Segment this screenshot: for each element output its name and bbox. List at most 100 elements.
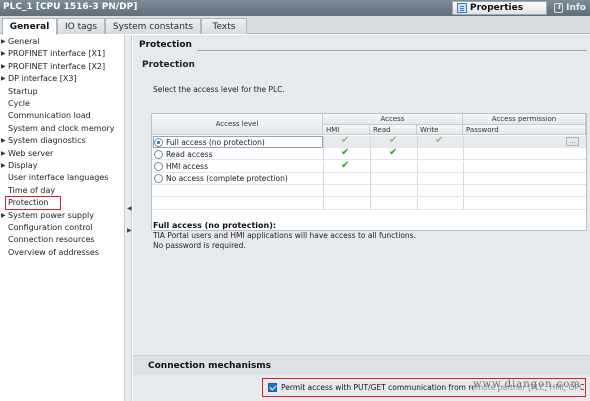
nav-item-label: PROFINET interface [X1] xyxy=(8,49,106,59)
cell-separator xyxy=(370,136,371,148)
nav-item-system-diagnostics[interactable]: ▶ System diagnostics xyxy=(0,135,86,147)
permit-put-get-checkbox[interactable] xyxy=(268,383,277,392)
info-button[interactable]: Info xyxy=(550,1,590,15)
cell-separator xyxy=(417,136,418,148)
properties-label: Properties xyxy=(470,3,524,13)
nav-item-cycle[interactable]: Cycle xyxy=(0,98,30,110)
properties-icon xyxy=(457,3,467,13)
tab-io-tags[interactable]: IO tags xyxy=(57,18,105,34)
nav-item-dp-interface-x3[interactable]: ▶ DP interface [X3] xyxy=(0,73,77,85)
collapse-right-icon[interactable]: ▶ xyxy=(127,227,132,234)
access-level-row[interactable]: Read access ✔ ✔ xyxy=(152,147,586,161)
cell-separator xyxy=(463,172,464,185)
nav-item-label: Cycle xyxy=(8,99,30,108)
cell-separator xyxy=(323,197,324,210)
access-level-table: Access level Access Access permission HM… xyxy=(151,113,587,231)
nav-item-label: Connection resources xyxy=(8,235,95,245)
info-label: Info xyxy=(566,3,586,13)
access-info: Full access (no protection): TIA Portal … xyxy=(153,221,583,250)
empty-row xyxy=(152,185,586,198)
access-level-radio[interactable] xyxy=(154,162,163,172)
nav-item-time-of-day[interactable]: Time of day xyxy=(0,185,55,197)
window-title: PLC_1 [CPU 1516-3 PN/DP] xyxy=(3,2,138,12)
tab-texts[interactable]: Texts xyxy=(201,18,247,34)
nav-item-display[interactable]: ▶ Display xyxy=(0,160,38,172)
check-icon: ✔ xyxy=(341,135,350,146)
expand-arrow-icon[interactable]: ▶ xyxy=(1,148,6,160)
expand-arrow-icon[interactable]: ▶ xyxy=(1,135,6,147)
splitter[interactable]: ◀ ▶ xyxy=(124,35,132,401)
watermark: www.diangon.com xyxy=(473,379,581,390)
header-access-permission: Access permission xyxy=(463,114,586,125)
access-level-option[interactable]: No access (complete protection) xyxy=(154,173,288,185)
expand-arrow-icon[interactable]: ▶ xyxy=(1,73,6,85)
access-level-row[interactable]: No access (complete protection) xyxy=(152,172,586,185)
nav-item-protection[interactable]: Protection xyxy=(5,196,61,211)
nav-item-connection-resources[interactable]: Connection resources xyxy=(0,234,95,246)
nav-item-system-power-supply[interactable]: ▶ System power supply xyxy=(0,210,94,222)
access-level-option[interactable]: Full access (no protection) xyxy=(154,136,265,148)
nav-item-label: Protection xyxy=(8,198,49,208)
nav-item-communication-load[interactable]: Communication load xyxy=(0,110,91,122)
connection-mechanisms-body: Permit access with PUT/GET communication… xyxy=(133,375,590,401)
cell-separator xyxy=(417,148,418,161)
info-line-1: TIA Portal users and HMI applications wi… xyxy=(153,231,416,240)
nav-item-profinet-interface-x2[interactable]: ▶ PROFINET interface [X2] xyxy=(0,61,105,73)
panel-title: Protection xyxy=(142,60,195,70)
nav-item-web-server[interactable]: ▶ Web server xyxy=(0,148,53,160)
access-level-radio[interactable] xyxy=(154,137,163,147)
cell-separator xyxy=(370,160,371,173)
nav-item-user-interface-languages[interactable]: User interface languages xyxy=(0,172,108,184)
nav-item-label: System power supply xyxy=(8,210,94,220)
access-level-option[interactable]: Read access xyxy=(154,148,213,160)
header-hmi: HMI xyxy=(323,125,370,135)
check-icon: ✔ xyxy=(341,147,350,159)
access-level-radio[interactable] xyxy=(154,174,163,184)
nav-item-label: User interface languages xyxy=(8,173,109,183)
empty-row xyxy=(152,197,586,210)
cell-separator xyxy=(370,185,371,198)
check-icon: ✔ xyxy=(389,135,398,146)
title-bar: PLC_1 [CPU 1516-3 PN/DP] Properties Info xyxy=(0,0,590,16)
expand-arrow-icon[interactable]: ▶ xyxy=(1,210,6,222)
collapse-left-icon[interactable]: ◀ xyxy=(127,205,132,212)
nav-item-label: Overview of addresses xyxy=(8,247,99,257)
nav-item-label: System diagnostics xyxy=(8,136,86,146)
properties-button[interactable]: Properties xyxy=(452,1,547,15)
nav-item-label: Web server xyxy=(8,148,54,158)
access-level-option[interactable]: HMI access xyxy=(154,161,208,173)
cell-separator xyxy=(463,197,464,210)
cell-separator xyxy=(323,185,324,198)
access-level-label: HMI access xyxy=(166,162,208,172)
header-write: Write xyxy=(417,125,463,135)
expand-arrow-icon[interactable]: ▶ xyxy=(1,61,6,73)
cell-separator xyxy=(417,160,418,173)
access-level-radio[interactable] xyxy=(154,149,163,159)
info-icon xyxy=(554,2,564,13)
tab-system-constants[interactable]: System constants xyxy=(105,18,201,34)
check-icon: ✔ xyxy=(389,147,398,159)
nav-item-general[interactable]: ▶ General xyxy=(0,36,40,48)
nav-item-label: Time of day xyxy=(8,185,56,195)
nav-item-configuration-control[interactable]: Configuration control xyxy=(0,222,93,234)
nav-item-label: Configuration control xyxy=(8,223,93,232)
cell-separator xyxy=(463,160,464,173)
password-browse-button[interactable]: ... xyxy=(566,137,579,146)
nav-item-overview-of-addresses[interactable]: Overview of addresses xyxy=(0,247,99,259)
access-level-row[interactable]: HMI access ✔ xyxy=(152,160,586,173)
expand-arrow-icon[interactable]: ▶ xyxy=(1,36,6,48)
tabs-row: General IO tags System constants Texts xyxy=(0,16,590,35)
section-divider xyxy=(197,50,587,51)
access-level-label: No access (complete protection) xyxy=(166,174,288,184)
expand-arrow-icon[interactable]: ▶ xyxy=(1,48,6,60)
tab-general[interactable]: General xyxy=(2,18,57,35)
nav-item-system-and-clock-memory[interactable]: System and clock memory xyxy=(0,123,114,135)
nav-item-profinet-interface-x1[interactable]: ▶ PROFINET interface [X1] xyxy=(0,48,105,60)
nav-item-startup[interactable]: Startup xyxy=(0,86,38,98)
nav-item-label: Startup xyxy=(8,86,38,96)
access-level-row[interactable]: Full access (no protection) ✔ ✔ ✔... xyxy=(152,135,586,148)
section-title: Protection xyxy=(139,40,192,50)
cell-separator xyxy=(463,148,464,161)
properties-content: Protection Protection Select the access … xyxy=(133,35,590,401)
expand-arrow-icon[interactable]: ▶ xyxy=(1,160,6,172)
